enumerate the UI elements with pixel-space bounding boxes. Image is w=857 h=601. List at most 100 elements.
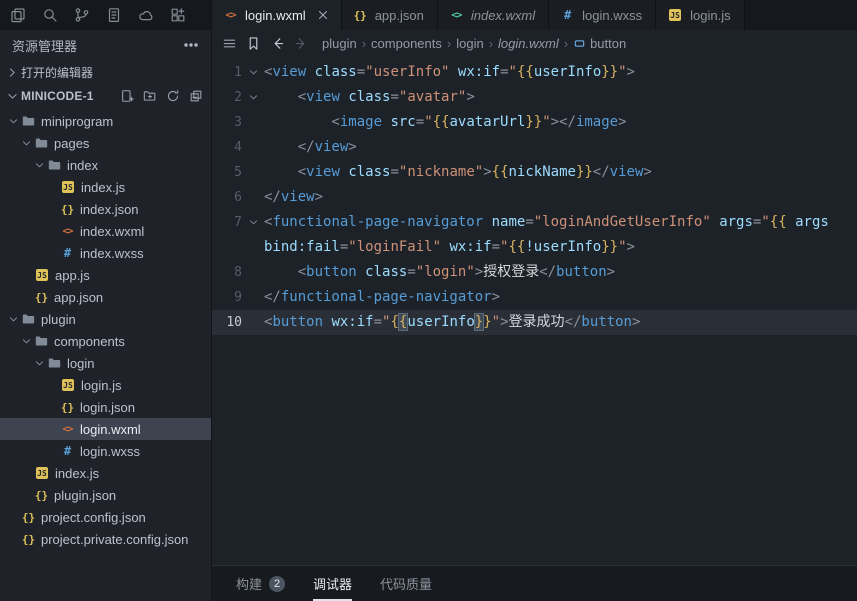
tree-file-index.wxml[interactable]: <>index.wxml bbox=[0, 220, 211, 242]
code-line-5[interactable]: 5 <view class="nickname">{{nickName}}</v… bbox=[212, 160, 857, 185]
fold-chevron-icon[interactable] bbox=[242, 85, 264, 110]
tree-folder-plugin[interactable]: plugin bbox=[0, 308, 211, 330]
code-line-1[interactable]: 1<view class="userInfo" wx:if="{{userInf… bbox=[212, 60, 857, 85]
bookmark-icon[interactable] bbox=[246, 36, 261, 51]
forward-icon[interactable] bbox=[294, 36, 309, 51]
tree-file-login.json[interactable]: {} login.json bbox=[0, 396, 211, 418]
tree-item-label: pages bbox=[54, 136, 89, 151]
tree-file-plugin.json[interactable]: {}plugin.json bbox=[0, 484, 211, 506]
menu-icon[interactable] bbox=[222, 36, 237, 51]
tree-folder-miniprogram[interactable]: miniprogram bbox=[0, 110, 211, 132]
tree-item-label: index.wxss bbox=[80, 246, 144, 261]
section-open-editors[interactable]: 打开的编辑器 bbox=[0, 60, 211, 84]
explorer-title: 资源管理器 bbox=[12, 36, 77, 55]
code-text: <view class="avatar"> bbox=[264, 85, 475, 110]
tree-item-label: login.json bbox=[80, 400, 135, 415]
breadcrumb-item-login[interactable]: login bbox=[456, 36, 483, 51]
breadcrumb-separator: › bbox=[564, 36, 568, 51]
code-line-4[interactable]: 4 </view> bbox=[212, 135, 857, 160]
fold-gutter bbox=[242, 135, 264, 160]
breadcrumb-item-button[interactable]: button bbox=[573, 36, 626, 51]
close-icon[interactable] bbox=[316, 8, 330, 22]
panel-tab-调试器[interactable]: 调试器 bbox=[313, 566, 352, 601]
json-file-icon: {} bbox=[60, 202, 75, 217]
breadcrumb-nav-icons bbox=[222, 36, 309, 51]
tree-item-label: index.wxml bbox=[80, 224, 144, 239]
tab-login.wxss[interactable]: # login.wxss bbox=[549, 0, 656, 30]
code-line-10[interactable]: 10<button wx:if="{{userInfo}}">登录成功</but… bbox=[212, 310, 857, 335]
line-number: 7 bbox=[212, 210, 242, 235]
extensions-icon[interactable] bbox=[170, 7, 186, 23]
tree-file-app.json[interactable]: {}app.json bbox=[0, 286, 211, 308]
project-label: MINICODE-1 bbox=[21, 89, 94, 103]
new-file-icon[interactable] bbox=[120, 89, 134, 103]
tree-item-label: components bbox=[54, 334, 125, 349]
panel-tab-构建[interactable]: 构建2 bbox=[236, 566, 285, 601]
tree-file-index.json[interactable]: {} index.json bbox=[0, 198, 211, 220]
collapse-all-icon[interactable] bbox=[189, 89, 203, 103]
code-editor[interactable]: 1<view class="userInfo" wx:if="{{userInf… bbox=[212, 57, 857, 565]
fold-chevron-icon[interactable] bbox=[242, 210, 264, 235]
code-line-9[interactable]: 9</functional-page-navigator> bbox=[212, 285, 857, 310]
code-line-2[interactable]: 2 <view class="avatar"> bbox=[212, 85, 857, 110]
tree-file-login.js[interactable]: JSlogin.js bbox=[0, 374, 211, 396]
tree-folder-pages[interactable]: pages bbox=[0, 132, 211, 154]
breadcrumb: plugin›components›login›login.wxml›butto… bbox=[322, 36, 626, 51]
breadcrumb-item-plugin[interactable]: plugin bbox=[322, 36, 357, 51]
tree-item-label: plugin bbox=[41, 312, 76, 327]
wxss-file-icon: # bbox=[560, 8, 575, 23]
new-folder-icon[interactable] bbox=[143, 89, 157, 103]
tree-file-index.wxss[interactable]: #index.wxss bbox=[0, 242, 211, 264]
code-line-8[interactable]: 8 <button class="login">授权登录</button> bbox=[212, 260, 857, 285]
refresh-icon[interactable] bbox=[166, 89, 180, 103]
folder-icon bbox=[47, 158, 62, 172]
panel-tab-代码质量[interactable]: 代码质量 bbox=[380, 566, 432, 601]
code-text: bind:fail="loginFail" wx:if="{{!userInfo… bbox=[264, 235, 635, 260]
line-number: 2 bbox=[212, 85, 242, 110]
tab-login.wxml[interactable]: <>login.wxml bbox=[212, 0, 342, 30]
json-file-icon: {} bbox=[60, 400, 75, 415]
tree-file-index.js[interactable]: JSindex.js bbox=[0, 176, 211, 198]
more-actions-icon[interactable] bbox=[183, 37, 199, 53]
tree-file-login.wxss[interactable]: #login.wxss bbox=[0, 440, 211, 462]
code-line-wrap[interactable]: bind:fail="loginFail" wx:if="{{!userInfo… bbox=[212, 235, 857, 260]
tree-file-project.config.json[interactable]: {}project.config.json bbox=[0, 506, 211, 528]
tree-folder-components[interactable]: components bbox=[0, 330, 211, 352]
tree-item-label: miniprogram bbox=[41, 114, 113, 129]
tree-item-label: project.private.config.json bbox=[41, 532, 188, 547]
back-icon[interactable] bbox=[270, 36, 285, 51]
section-project[interactable]: MINICODE-1 bbox=[0, 84, 211, 108]
cloud-icon[interactable] bbox=[138, 7, 154, 23]
chevron-down-icon bbox=[32, 159, 47, 171]
tree-item-label: index.json bbox=[80, 202, 139, 217]
tab-login.js[interactable]: JSlogin.js bbox=[656, 0, 744, 30]
tab-app.json[interactable]: {}app.json bbox=[342, 0, 438, 30]
breadcrumb-label: login.wxml bbox=[498, 36, 559, 51]
breadcrumb-item-login.wxml[interactable]: login.wxml bbox=[498, 36, 559, 51]
tree-item-label: login.wxss bbox=[80, 444, 140, 459]
fold-chevron-icon[interactable] bbox=[242, 60, 264, 85]
report-icon[interactable] bbox=[106, 7, 122, 23]
breadcrumb-bar: plugin›components›login›login.wxml›butto… bbox=[212, 30, 857, 57]
breadcrumb-item-components[interactable]: components bbox=[371, 36, 442, 51]
code-text: <functional-page-navigator name="loginAn… bbox=[264, 210, 829, 235]
symbol-icon bbox=[573, 37, 586, 50]
tab-label: login.wxss bbox=[582, 8, 642, 23]
panel-tab-label: 代码质量 bbox=[380, 574, 432, 593]
tree-file-login.wxml[interactable]: <>login.wxml bbox=[0, 418, 211, 440]
files-icon[interactable] bbox=[10, 7, 26, 23]
source-control-icon[interactable] bbox=[74, 7, 90, 23]
tree-file-index.js[interactable]: JSindex.js bbox=[0, 462, 211, 484]
tree-item-label: project.config.json bbox=[41, 510, 146, 525]
tree-folder-login[interactable]: login bbox=[0, 352, 211, 374]
line-number: 5 bbox=[212, 160, 242, 185]
code-line-7[interactable]: 7 <functional-page-navigator name="loginA… bbox=[212, 210, 857, 235]
tab-index.wxml[interactable]: <>index.wxml bbox=[438, 0, 549, 30]
code-line-6[interactable]: 6</view> bbox=[212, 185, 857, 210]
tree-folder-index[interactable]: index bbox=[0, 154, 211, 176]
search-icon[interactable] bbox=[42, 7, 58, 23]
tree-file-app.js[interactable]: JSapp.js bbox=[0, 264, 211, 286]
code-line-3[interactable]: 3 <image src="{{avatarUrl}}"></image> bbox=[212, 110, 857, 135]
tree-item-label: login.js bbox=[81, 378, 121, 393]
tree-file-project.private.config.json[interactable]: {}project.private.config.json bbox=[0, 528, 211, 550]
